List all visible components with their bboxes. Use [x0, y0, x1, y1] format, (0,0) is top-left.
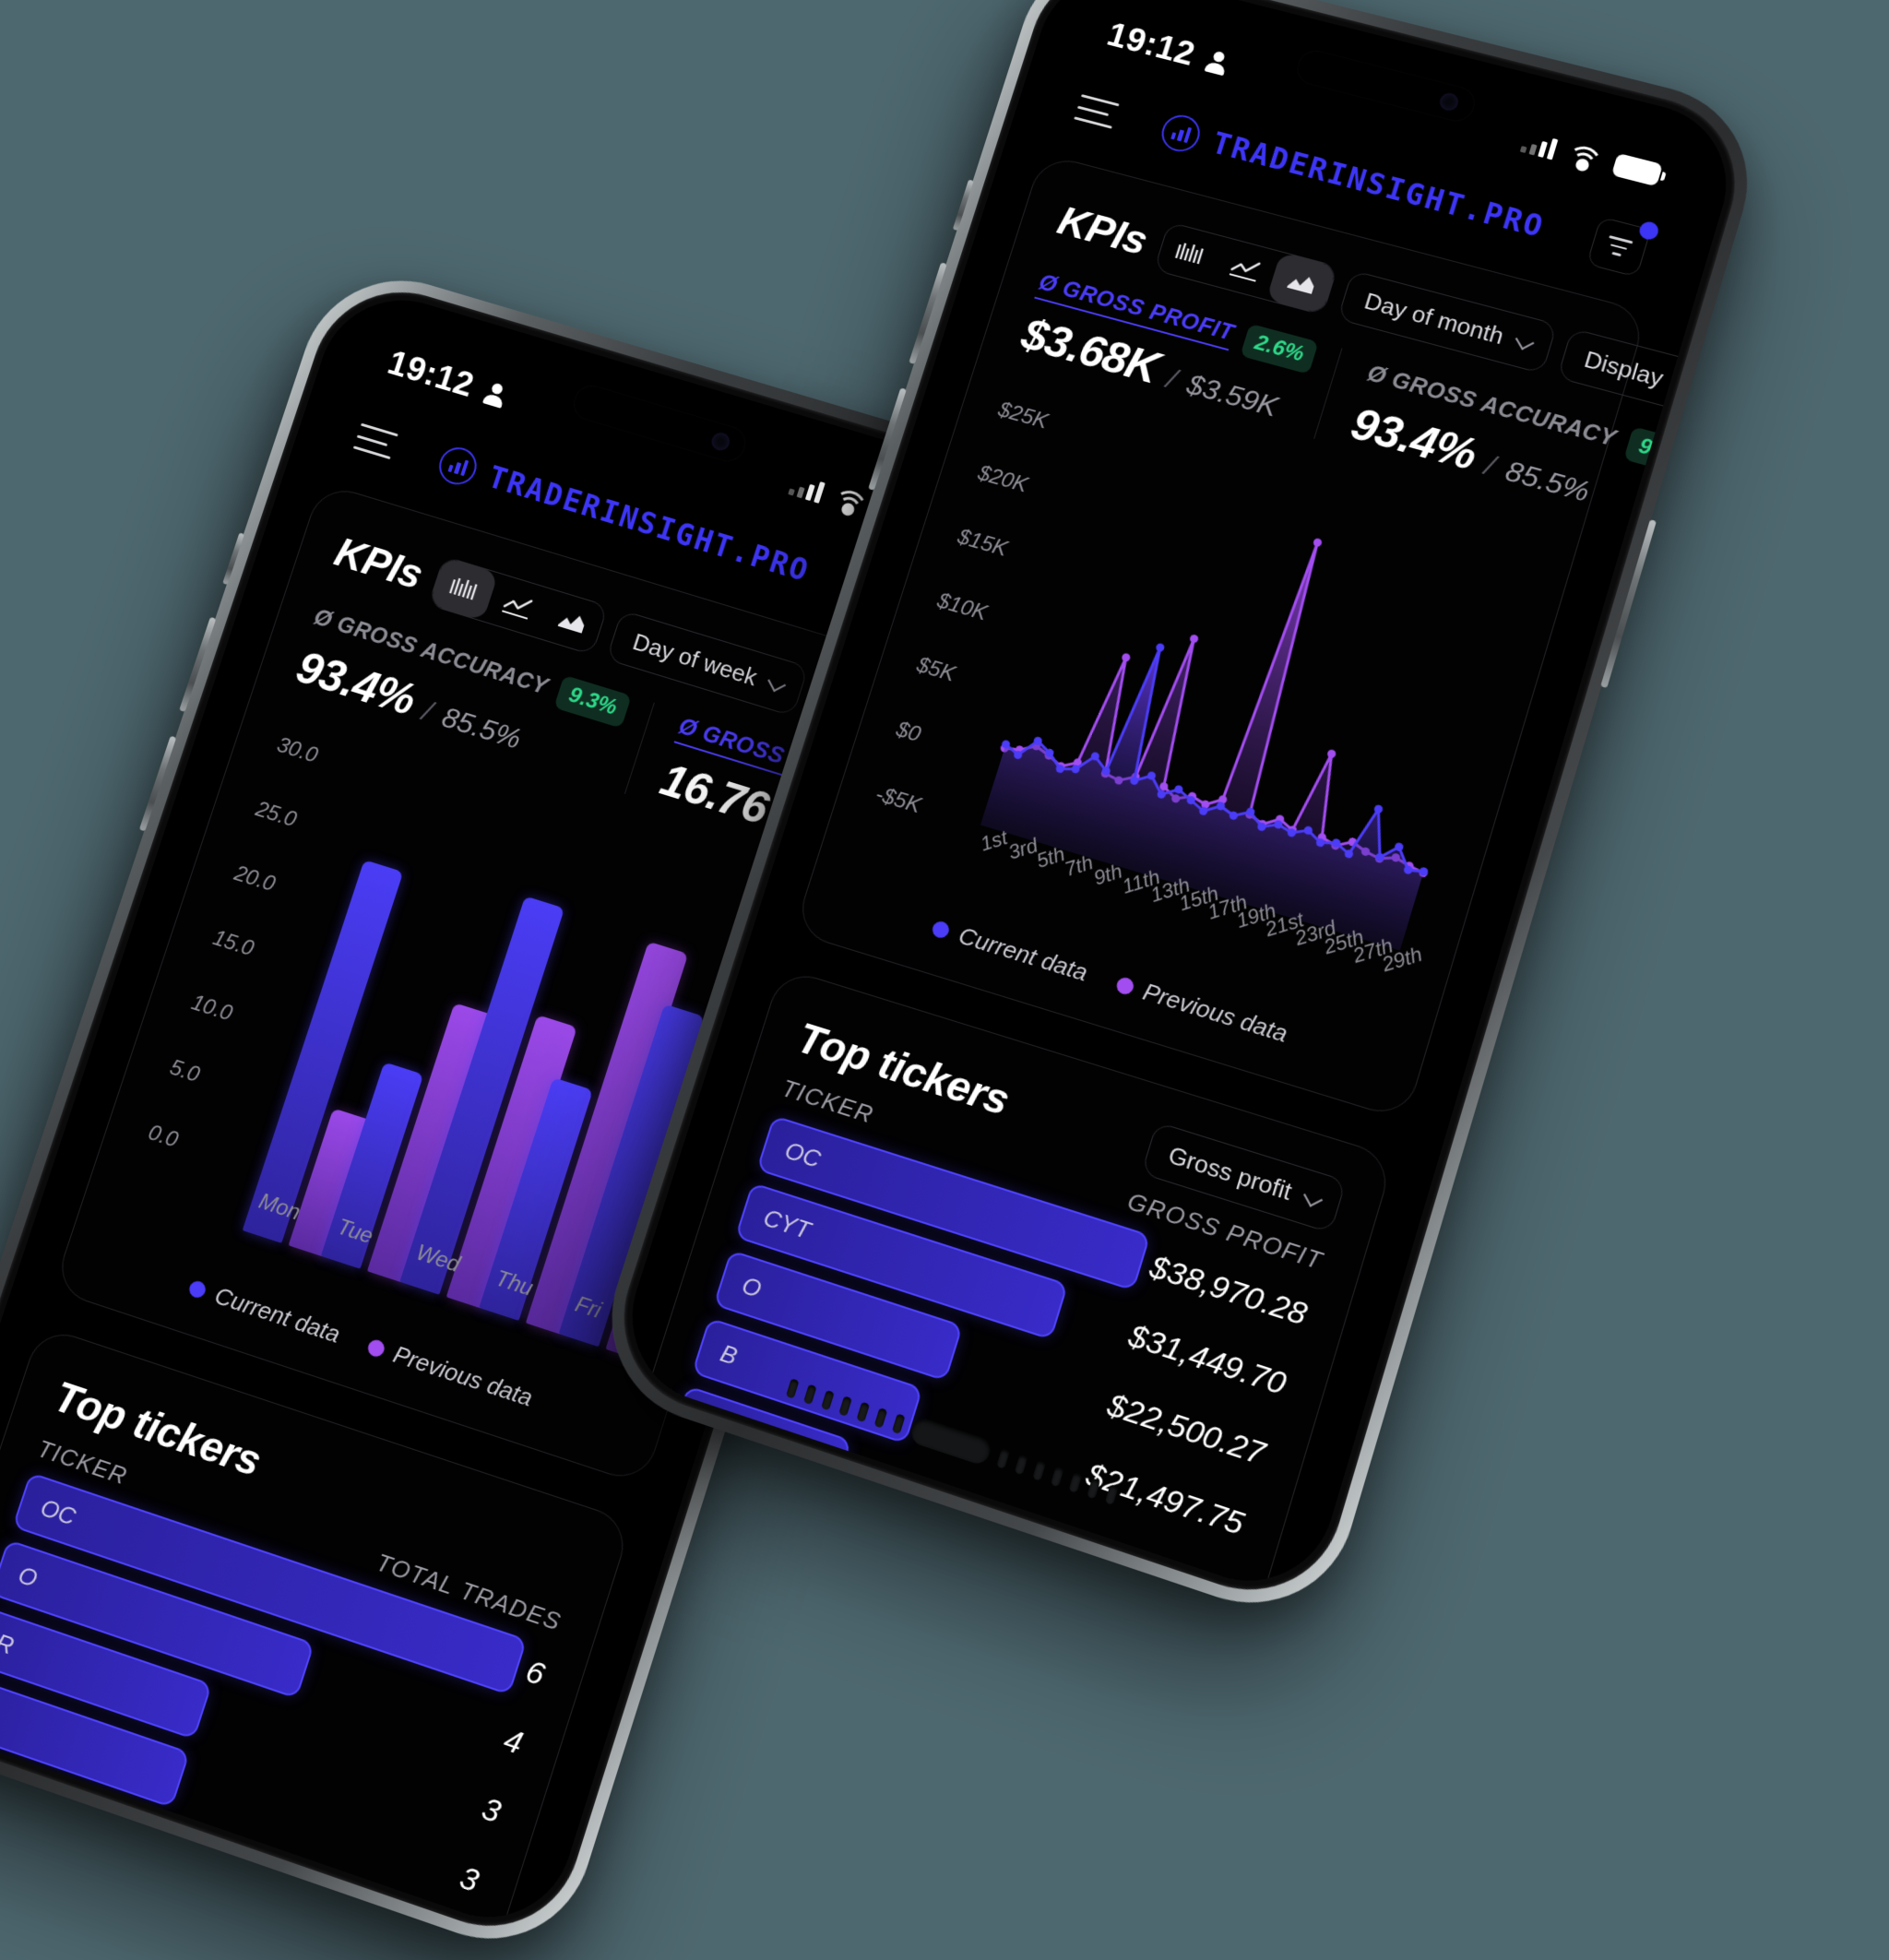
kpi-delta-badge: 9. — [1622, 426, 1674, 470]
wifi-icon — [1561, 141, 1606, 184]
hamburger-menu-icon[interactable] — [352, 422, 398, 460]
chevron-down-icon — [767, 673, 787, 692]
ticker-value: 3 — [430, 1918, 465, 1940]
scene: 19:12 TRADERINSIGHT.PRO KPIs Day of week… — [0, 0, 1889, 1960]
ticker-bar[interactable]: PHAG — [0, 1810, 146, 1941]
chevron-down-icon — [1515, 331, 1535, 350]
sliders-icon — [1672, 373, 1702, 398]
legend-item-current[interactable]: Current data — [185, 1273, 344, 1349]
grouping-label: Day of month — [1361, 287, 1507, 350]
cellular-icon — [788, 471, 826, 504]
y-axis-tick-label: 15.0 — [209, 925, 257, 962]
kpi-separator: / — [1480, 448, 1499, 482]
screen-right: 19:12 TRADERINSIGHT.PRO KPIs Day of mont… — [610, 0, 1747, 1605]
legend-label: Previous data — [1139, 977, 1291, 1048]
ticker-label: O — [739, 1270, 766, 1303]
wifi-icon — [826, 485, 871, 529]
kpi-previous-value: 85.5% — [437, 700, 526, 755]
ticker-label: B — [717, 1337, 742, 1371]
kpi-previous-value: 85.5% — [1502, 454, 1594, 508]
legend-item-previous[interactable]: Previous data — [364, 1332, 537, 1413]
legend-label: Current data — [211, 1281, 344, 1348]
ticker-value: $13,575.81 — [1036, 1585, 1209, 1605]
ticker-label: OC — [37, 1492, 80, 1531]
hamburger-menu-icon[interactable] — [1074, 94, 1120, 129]
legend-item-previous[interactable]: Previous data — [1112, 969, 1291, 1049]
filter-active-badge — [1637, 220, 1661, 242]
ticker-bar[interactable]: NVZ — [0, 1878, 113, 1941]
bar-chart-circle-icon — [1157, 111, 1206, 156]
cellular-icon — [1519, 129, 1559, 160]
ticker-label: CYT — [760, 1203, 814, 1244]
bar-chart-circle-icon — [434, 443, 482, 490]
chart-type-toggle-right[interactable] — [1153, 221, 1339, 316]
filter-icon[interactable] — [1586, 216, 1661, 278]
chevron-down-icon — [1303, 1187, 1324, 1207]
y-axis-tick-label: 25.0 — [252, 796, 300, 833]
grouping-label: Day of week — [629, 627, 761, 691]
legend-label: Previous data — [389, 1339, 537, 1412]
person-icon — [1203, 49, 1232, 77]
kpi-delta-badge: 2.6% — [1240, 323, 1320, 374]
kpi-card-title: KPIs — [329, 528, 429, 599]
ticker-label: R — [0, 1627, 18, 1660]
chart-type-toggle-left[interactable] — [428, 555, 609, 656]
y-axis-tick-label: 30.0 — [274, 732, 321, 768]
sort-label: Gross profit — [1165, 1139, 1296, 1206]
display-button-right[interactable]: Display — [1556, 327, 1729, 420]
legend-item-current[interactable]: Current data — [929, 913, 1091, 987]
kpi-previous-value: $3.59K — [1182, 367, 1282, 423]
legend-label: Current data — [955, 921, 1091, 987]
kpi-separator: / — [418, 694, 437, 728]
kpi-card-title: KPIs — [1052, 196, 1153, 264]
y-axis-tick-label: 0.0 — [145, 1120, 182, 1153]
y-axis-tick-label: 10.0 — [188, 990, 236, 1027]
display-label: Display — [1581, 345, 1667, 392]
kpi-card-right: KPIs Day of month Display Ø GROSS PROFIT… — [792, 152, 1729, 1122]
kpi-separator: / — [1163, 362, 1181, 396]
ticker-label: OC — [781, 1135, 825, 1173]
y-axis-tick-label: 20.0 — [231, 861, 279, 897]
battery-icon — [1610, 152, 1664, 186]
y-axis-tick-label: 5.0 — [166, 1054, 203, 1088]
ticker-label: O — [15, 1560, 42, 1593]
person-icon — [481, 380, 510, 409]
